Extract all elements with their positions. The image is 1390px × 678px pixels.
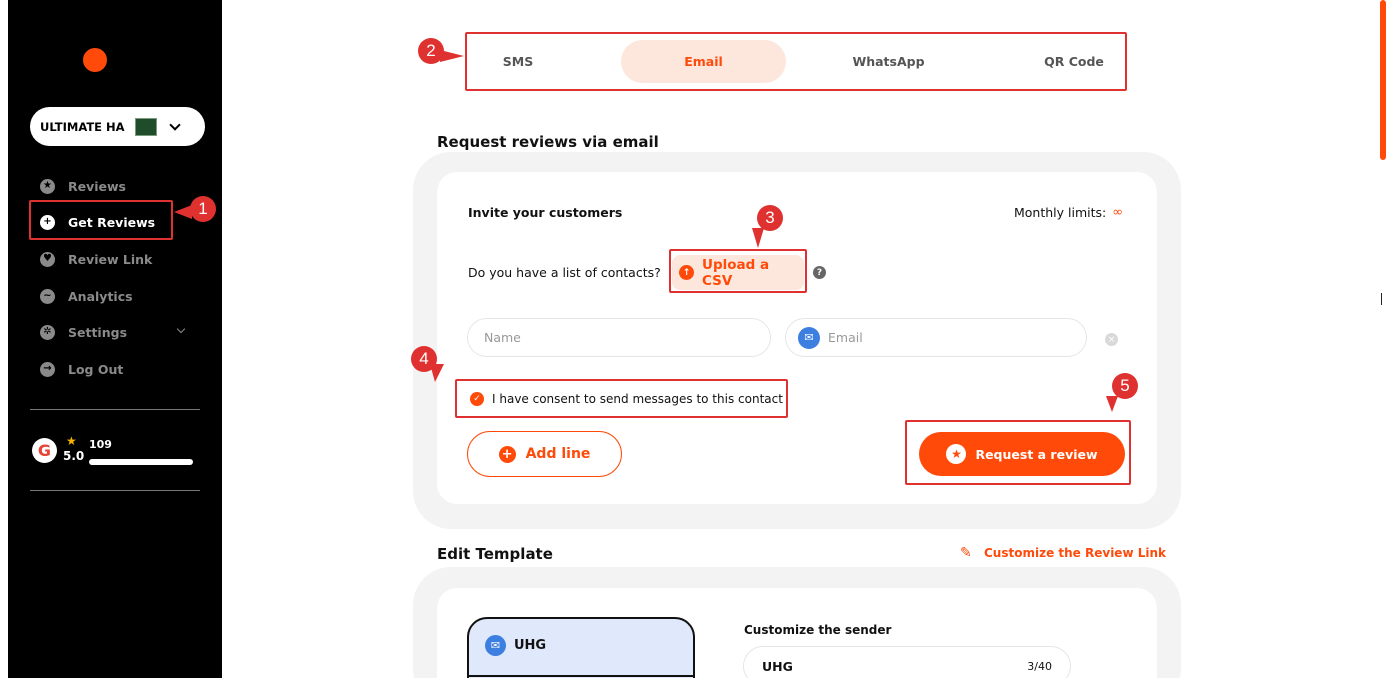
review-count: 109 (89, 438, 112, 451)
add-line-label: Add line (525, 446, 591, 462)
monthly-limits: Monthly limits: ∞ (1014, 205, 1123, 220)
chat-icon: ♥ (40, 251, 55, 267)
sender-input[interactable]: UHG 3/40 (743, 646, 1071, 678)
annotation-badge: 1 (190, 196, 216, 222)
monthly-limits-label: Monthly limits: (1014, 205, 1107, 220)
business-selector[interactable]: ULTIMATE HA (30, 107, 205, 146)
app-logo[interactable] (83, 48, 107, 72)
contacts-question: Do you have a list of contacts? (468, 265, 661, 280)
annotation-pointer (430, 364, 444, 382)
annotation-pointer (440, 50, 464, 62)
highlight-box (669, 249, 807, 293)
pen-icon: ✎ (960, 545, 972, 561)
divider (30, 409, 200, 410)
scrollbar[interactable] (1380, 0, 1386, 160)
business-logo (135, 117, 157, 136)
email-input[interactable] (828, 330, 1086, 345)
highlight-box (29, 200, 173, 240)
customize-link-label: Customize the Review Link (984, 546, 1166, 560)
logout-icon: → (40, 361, 55, 377)
email-field[interactable]: ✉ (785, 318, 1087, 357)
email-preview: ✉ UHG (467, 617, 695, 678)
sidebar-item-reviews[interactable]: ★ Reviews (40, 174, 126, 198)
rating-value: 5.0 (63, 449, 85, 463)
infinity-value: ∞ (1112, 205, 1124, 220)
star-icon: ★ (40, 178, 55, 194)
mail-icon: ✉ (485, 635, 506, 656)
page: ULTIMATE HA ★ Reviews + Get Reviews ♥ Re… (0, 0, 1390, 678)
customize-sender-label: Customize the sender (744, 623, 892, 637)
mail-icon: ✉ (798, 326, 820, 349)
chevron-down-icon (176, 324, 186, 334)
rating-progress-bar (89, 459, 193, 465)
highlight-box (455, 379, 788, 418)
annotation-pointer (752, 228, 764, 248)
business-name: ULTIMATE HA (40, 119, 125, 134)
annotation-pointer (1106, 396, 1118, 412)
sidebar-item-label: Review Link (68, 251, 153, 267)
annotation-pointer (174, 205, 192, 219)
divider (469, 675, 693, 677)
chevron-down-icon (169, 118, 181, 131)
highlight-box (465, 32, 1127, 91)
section-title: Request reviews via email (437, 133, 659, 151)
sidebar-item-label: Settings (68, 324, 128, 340)
divider (30, 490, 200, 491)
remove-icon[interactable]: × (1105, 333, 1118, 346)
customize-review-link[interactable]: ✎ Customize the Review Link (960, 545, 1166, 561)
sender-value: UHG (762, 658, 793, 674)
section-title: Edit Template (437, 545, 553, 563)
gear-icon: ✲ (40, 324, 55, 340)
sidebar-item-log-out[interactable]: → Log Out (40, 357, 123, 381)
google-icon: G (32, 438, 57, 463)
invite-label: Invite your customers (468, 205, 623, 220)
sidebar-item-settings[interactable]: ✲ Settings (40, 320, 190, 344)
sidebar-item-label: Analytics (68, 288, 133, 304)
sidebar: ULTIMATE HA ★ Reviews + Get Reviews ♥ Re… (8, 0, 222, 678)
preview-sender: UHG (514, 638, 547, 653)
text-cursor (1381, 293, 1382, 305)
sidebar-item-label: Log Out (68, 361, 124, 377)
sidebar-item-review-link[interactable]: ♥ Review Link (40, 247, 152, 271)
preview-header: ✉ UHG (485, 635, 546, 656)
sidebar-item-analytics[interactable]: ~ Analytics (40, 284, 133, 308)
help-icon[interactable]: ? (813, 266, 826, 279)
plus-icon: + (498, 445, 516, 463)
name-input[interactable] (484, 330, 770, 345)
star-icon: ★ (66, 434, 77, 448)
add-line-button[interactable]: + Add line (467, 431, 622, 477)
sender-char-count: 3/40 (1027, 659, 1052, 673)
sidebar-item-label: Reviews (68, 178, 127, 194)
highlight-box (905, 420, 1131, 485)
name-field[interactable] (467, 318, 771, 357)
analytics-icon: ~ (40, 288, 55, 304)
